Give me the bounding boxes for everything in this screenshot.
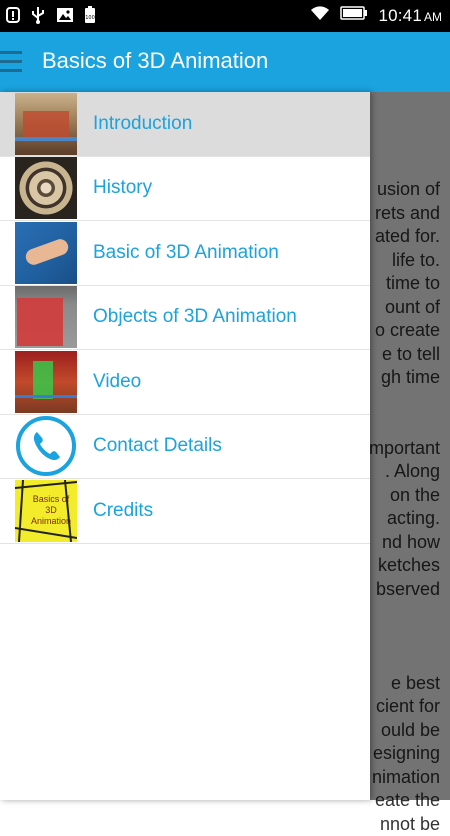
clock-ampm: AM bbox=[424, 10, 442, 24]
basic-3d-thumbnail bbox=[15, 222, 77, 284]
phone-icon bbox=[15, 415, 77, 477]
navigation-drawer: Introduction History Basic of 3D Animati… bbox=[0, 92, 370, 800]
battery-icon bbox=[340, 6, 368, 25]
clock-time: 10:41 bbox=[378, 6, 422, 25]
drawer-item-label: Introduction bbox=[93, 113, 192, 135]
credits-thumb-line-2: 3D Animation bbox=[25, 505, 77, 527]
alert-icon bbox=[6, 7, 20, 28]
drawer-item-label: Credits bbox=[93, 500, 153, 522]
app-bar: Basics of 3D Animation bbox=[0, 32, 450, 92]
video-thumbnail bbox=[15, 351, 77, 413]
drawer-item-introduction[interactable]: Introduction bbox=[0, 92, 370, 157]
drawer-item-label: Basic of 3D Animation bbox=[93, 242, 279, 264]
clock: 10:41AM bbox=[378, 6, 442, 26]
battery-icon: 100 bbox=[84, 6, 96, 29]
svg-text:100: 100 bbox=[85, 15, 95, 21]
drawer-item-label: History bbox=[93, 177, 152, 199]
introduction-thumbnail bbox=[15, 93, 77, 155]
credits-thumb-line-1: Basics of bbox=[25, 494, 77, 505]
drawer-item-objects-3d-animation[interactable]: Objects of 3D Animation bbox=[0, 286, 370, 351]
credits-thumbnail: Basics of 3D Animation bbox=[15, 480, 77, 542]
menu-icon[interactable] bbox=[0, 51, 22, 73]
credits-thumbnail-text: Basics of 3D Animation bbox=[25, 494, 77, 527]
drawer-item-history[interactable]: History bbox=[0, 157, 370, 222]
drawer-item-basic-3d-animation[interactable]: Basic of 3D Animation bbox=[0, 221, 370, 286]
image-icon bbox=[56, 7, 74, 28]
app-title: Basics of 3D Animation bbox=[42, 48, 268, 74]
history-thumbnail bbox=[15, 157, 77, 219]
drawer-item-label: Contact Details bbox=[93, 435, 222, 457]
usb-icon bbox=[30, 6, 46, 29]
drawer-item-label: Video bbox=[93, 371, 141, 393]
drawer-item-contact-details[interactable]: Contact Details bbox=[0, 415, 370, 480]
drawer-item-credits[interactable]: Basics of 3D Animation Credits bbox=[0, 479, 370, 544]
status-bar: 100 10:41AM bbox=[0, 0, 450, 32]
background-text-line: nnot be bbox=[380, 813, 450, 836]
drawer-item-label: Objects of 3D Animation bbox=[93, 306, 297, 328]
drawer-item-video[interactable]: Video bbox=[0, 350, 370, 415]
wifi-icon bbox=[310, 5, 330, 26]
objects-3d-thumbnail bbox=[15, 286, 77, 348]
